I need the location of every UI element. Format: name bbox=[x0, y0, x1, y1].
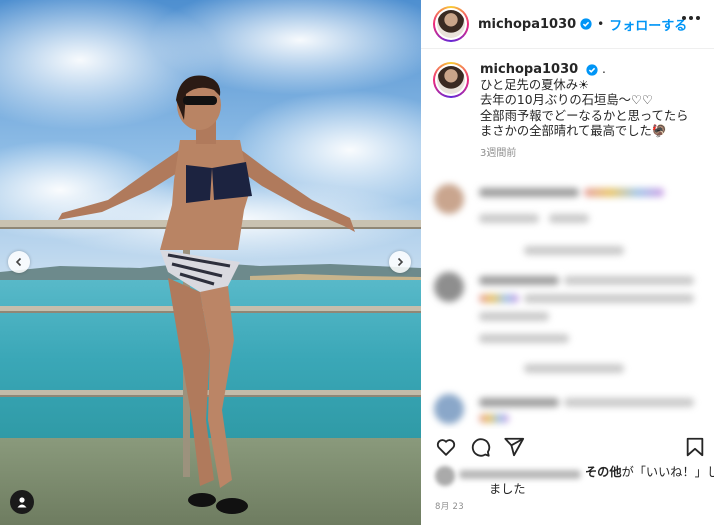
more-options-icon[interactable] bbox=[682, 16, 700, 20]
carousel-next-button[interactable] bbox=[389, 251, 411, 273]
save-button[interactable] bbox=[685, 436, 705, 462]
caption-line-2: 去年の10月ぶりの石垣島〜♡♡ bbox=[480, 93, 653, 108]
comment-icon bbox=[471, 438, 491, 457]
verified-badge-icon bbox=[580, 18, 592, 30]
post-date: 8月 23 bbox=[435, 502, 464, 512]
post-header: michopa1030 • フォローする bbox=[421, 0, 714, 49]
post-side-panel: michopa1030 • フォローする michopa1030 . ひと足先の… bbox=[421, 0, 714, 525]
avatar bbox=[435, 466, 455, 486]
profile-avatar-ring[interactable] bbox=[433, 6, 469, 42]
beach-photo-image bbox=[0, 0, 421, 525]
post-photo[interactable] bbox=[0, 0, 421, 525]
comments-list[interactable] bbox=[421, 176, 714, 429]
caption-line-3: 全部雨予報でどーなるかと思ってたら bbox=[480, 108, 689, 123]
likes-text: が「いいね！」し bbox=[621, 465, 714, 479]
likes-others-label[interactable]: その他 bbox=[585, 465, 622, 479]
avatar bbox=[437, 66, 465, 94]
caption-line-0: . bbox=[602, 62, 606, 76]
verified-badge-icon bbox=[586, 63, 598, 76]
likes-text-line2: ました bbox=[489, 482, 526, 496]
user-tag-button[interactable] bbox=[10, 490, 34, 514]
caption-line-4: まさかの全部晴れて最高でした🦃 bbox=[480, 124, 668, 139]
avatar bbox=[437, 10, 465, 38]
header-username[interactable]: michopa1030 bbox=[478, 17, 576, 32]
chevron-right-icon bbox=[397, 257, 404, 267]
carousel-prev-button[interactable] bbox=[8, 251, 30, 273]
caption-line-1: ひと足先の夏休み☀︎ bbox=[480, 77, 590, 92]
like-button[interactable] bbox=[435, 436, 457, 462]
action-bar bbox=[435, 436, 705, 460]
caption-avatar-ring[interactable] bbox=[433, 62, 469, 98]
separator-dot: • bbox=[597, 17, 605, 31]
user-tag-icon bbox=[17, 497, 27, 508]
posted-ago: 3週間前 bbox=[480, 147, 517, 159]
bookmark-icon bbox=[686, 437, 704, 457]
likes-summary[interactable]: その他が「いいね！」し ました bbox=[435, 464, 714, 498]
follow-button[interactable]: フォローする bbox=[609, 15, 687, 34]
post-caption: michopa1030 . ひと足先の夏休み☀︎ 去年の10月ぶりの石垣島〜♡♡… bbox=[433, 62, 708, 162]
heart-icon bbox=[436, 439, 456, 456]
caption-username[interactable]: michopa1030 bbox=[480, 62, 578, 77]
chevron-left-icon bbox=[15, 257, 22, 267]
comment-button[interactable] bbox=[469, 436, 491, 462]
paper-plane-icon bbox=[504, 437, 525, 457]
share-button[interactable] bbox=[503, 436, 525, 462]
